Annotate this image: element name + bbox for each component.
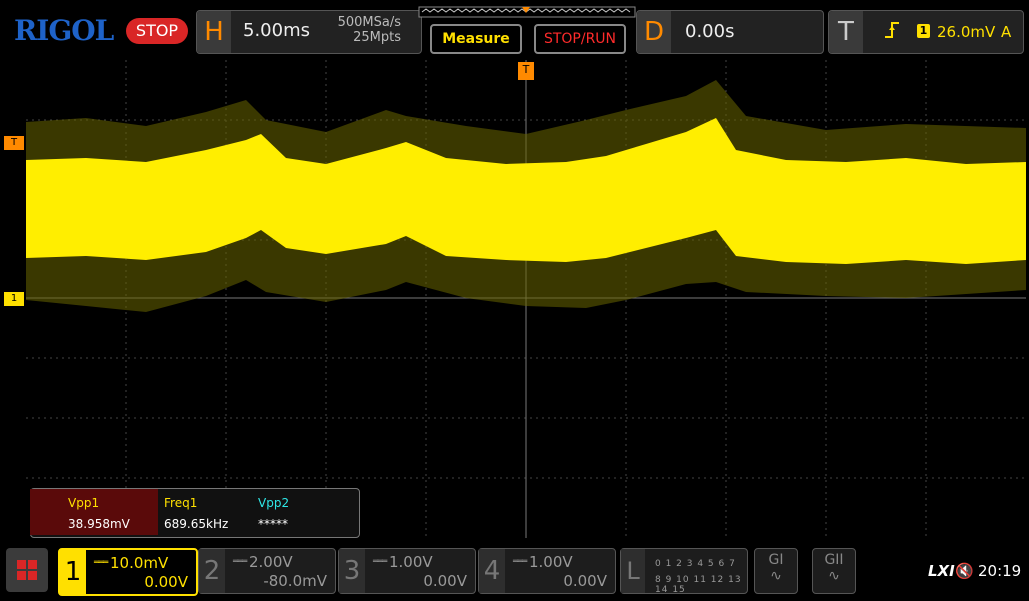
measurement-value-3: ***** <box>258 517 288 531</box>
channel-1-scale: 10.0mV <box>110 554 169 572</box>
channel-3-scale: 1.00V <box>389 553 433 571</box>
dc-coupling-icon: ═══ <box>373 557 387 567</box>
rigol-logo: RIGOL <box>14 14 114 47</box>
generator-2-label: GII <box>824 552 844 568</box>
channel-1-panel[interactable]: 1 ═══ 10.0mV 0.00V <box>58 548 198 596</box>
measurement-name-3: Vpp2 <box>258 496 290 510</box>
lxi-logo: LXI <box>928 562 955 580</box>
measurement-value-1: 38.958mV <box>68 517 130 531</box>
measurement-name-1: Vpp1 <box>68 496 100 510</box>
horizontal-panel[interactable]: H 5.00ms 500MSa/s 25Mpts <box>196 10 422 54</box>
channel-4-number: 4 <box>479 549 505 593</box>
channel-2-scale: 2.00V <box>249 553 293 571</box>
channel-4-offset: 0.00V <box>563 572 607 590</box>
generator-2-button[interactable]: GII ∿ <box>812 548 856 594</box>
channel-2-number: 2 <box>199 549 225 593</box>
trigger-letter: T <box>829 11 863 53</box>
trigger-source-badge: 1 <box>917 24 930 38</box>
logic-channels-row-1: 0 1 2 3 4 5 6 7 <box>655 559 736 569</box>
delay-letter: D <box>637 11 671 53</box>
sine-wave-icon: ∿ <box>770 568 782 584</box>
waveform-display[interactable] <box>26 60 1026 538</box>
trigger-panel[interactable]: T 1 26.0mV A <box>828 10 1024 54</box>
channel-3-panel[interactable]: 3 ═══ 1.00V 0.00V <box>338 548 476 594</box>
channel-1-offset: 0.00V <box>144 573 188 591</box>
logic-analyzer-panel[interactable]: L 0 1 2 3 4 5 6 7 8 9 10 11 12 13 14 15 <box>620 548 748 595</box>
channel-4-panel[interactable]: 4 ═══ 1.00V 0.00V <box>478 548 616 594</box>
speaker-muted-icon[interactable]: 🔇 <box>955 562 974 580</box>
trigger-level-marker[interactable]: T <box>4 136 24 150</box>
measure-button[interactable]: Measure <box>430 24 522 54</box>
measurement-name-2: Freq1 <box>164 496 198 510</box>
sample-rate: 500MSa/s <box>337 15 401 30</box>
grid-menu-icon <box>17 560 37 580</box>
memory-depth: 25Mpts <box>353 30 401 45</box>
trigger-level: 26.0mV <box>937 23 996 41</box>
run-state-badge[interactable]: STOP <box>126 18 188 44</box>
trigger-mode: A <box>1001 23 1012 41</box>
rising-edge-icon <box>885 21 899 43</box>
measurement-value-2: 689.65kHz <box>164 517 229 531</box>
stop-run-button[interactable]: STOP/RUN <box>534 24 626 54</box>
channel-3-number: 3 <box>339 549 365 593</box>
logic-channels-row-2: 8 9 10 11 12 13 14 15 <box>655 575 742 595</box>
timebase-value: 5.00ms <box>243 20 310 41</box>
dc-coupling-icon: ═══ <box>513 557 527 567</box>
sine-wave-icon: ∿ <box>828 568 840 584</box>
channel-2-offset: -80.0mV <box>263 572 327 590</box>
horizontal-letter: H <box>197 11 231 53</box>
channel-1-offset-marker[interactable]: 1 <box>4 292 24 306</box>
trigger-position-marker[interactable]: T <box>518 62 534 80</box>
dc-coupling-icon: ═══ <box>233 557 247 567</box>
sample-rate-info: 500MSa/s 25Mpts <box>327 15 401 45</box>
delay-panel[interactable]: D 0.00s <box>636 10 824 54</box>
generator-1-button[interactable]: GI ∿ <box>754 548 798 594</box>
clock: 20:19 <box>978 562 1022 580</box>
memory-position-indicator <box>418 6 636 18</box>
channel-4-scale: 1.00V <box>529 553 573 571</box>
channel-1-number: 1 <box>60 550 86 594</box>
channel-2-panel[interactable]: 2 ═══ 2.00V -80.0mV <box>198 548 336 594</box>
logic-letter: L <box>621 549 645 593</box>
home-menu-button[interactable] <box>6 548 48 592</box>
generator-1-label: GI <box>768 552 784 568</box>
dc-coupling-icon: ═══ <box>94 558 108 568</box>
channel-3-offset: 0.00V <box>423 572 467 590</box>
delay-value: 0.00s <box>685 21 735 42</box>
